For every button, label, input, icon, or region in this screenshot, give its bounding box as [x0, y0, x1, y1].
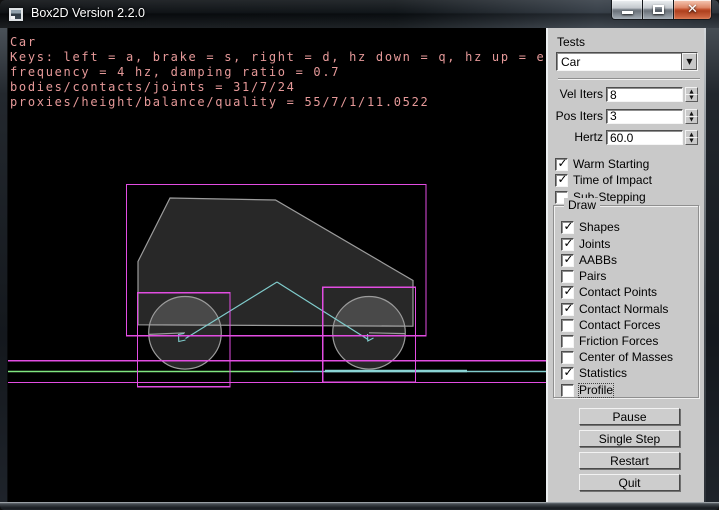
tests-selected-value: Car [561, 54, 580, 70]
checkbox-label: Time of Impact [573, 174, 652, 187]
window-frame-left [0, 28, 8, 502]
checkbox-statistics[interactable]: ✓ Statistics [561, 367, 627, 380]
checkmark-icon: ✓ [556, 156, 569, 171]
draw-group-label: Draw [564, 198, 600, 212]
checkbox-label: AABBs [579, 254, 617, 267]
checkbox-label: Contact Normals [579, 303, 668, 316]
vel-iters-spinner: ▲ ▼ [685, 87, 698, 102]
arrow-down-icon: ▼ [686, 117, 697, 123]
frequency-line: frequency = 4 hz, damping ratio = 0.7 [10, 65, 545, 80]
checkbox-contact-normals[interactable]: ✓ Contact Normals [561, 303, 668, 316]
checkbox-label: Contact Forces [579, 319, 660, 332]
checkbox-center-of-masses[interactable]: Center of Masses [561, 351, 673, 364]
checkbox-box[interactable]: ✓ [561, 238, 574, 251]
arrow-down-icon: ▼ [686, 95, 697, 101]
caption-buttons: ✕ [612, 0, 712, 20]
checkbox-box[interactable]: ✓ [561, 367, 574, 380]
checkbox-label: Joints [579, 238, 610, 251]
chevron-down-icon: ▼ [683, 57, 696, 67]
checkbox-box[interactable]: ✓ [561, 221, 574, 234]
checkbox-label: Shapes [579, 221, 620, 234]
front-wheel-radius-line [369, 333, 405, 334]
spinner-down-button[interactable]: ▼ [685, 94, 698, 102]
checkbox-label: Contact Points [579, 286, 657, 299]
single-step-button[interactable]: Single Step [579, 430, 680, 447]
app-icon [9, 8, 23, 21]
vel-iters-label: Vel Iters [548, 87, 603, 102]
checkbox-box[interactable] [561, 351, 574, 364]
checkbox-box[interactable]: ✓ [561, 254, 574, 267]
checkbox-label: Pairs [579, 270, 606, 283]
draw-group: Draw ✓ Shapes ✓ Joints ✓ AABBs Pairs ✓ C… [553, 205, 699, 398]
separator [558, 78, 700, 80]
quit-button[interactable]: Quit [579, 474, 680, 491]
debug-info-text: Car Keys: left = a, brake = s, right = d… [10, 35, 545, 110]
pos-iters-spinner: ▲ ▼ [685, 109, 698, 124]
checkmark-icon: ✓ [562, 365, 575, 380]
checkbox-joints[interactable]: ✓ Joints [561, 238, 610, 251]
checkbox-box[interactable]: ✓ [561, 303, 574, 316]
app-window: Box2D Version 2.2.0 ✕ [0, 0, 719, 510]
checkbox-box[interactable]: ✓ [555, 174, 568, 187]
close-icon: ✕ [674, 1, 711, 19]
checkbox-aabbs[interactable]: ✓ AABBs [561, 254, 617, 267]
checkbox-box[interactable] [561, 384, 574, 397]
vel-iters-input[interactable] [606, 87, 683, 102]
checkbox-label: Warm Starting [573, 158, 649, 171]
checkbox-profile[interactable]: Profile [561, 384, 613, 397]
checkbox-label: Profile [579, 384, 613, 397]
checkmark-icon: ✓ [562, 284, 575, 299]
checkbox-shapes[interactable]: ✓ Shapes [561, 221, 620, 234]
checkbox-box[interactable]: ✓ [561, 286, 574, 299]
maximize-button[interactable] [642, 0, 674, 20]
minimize-button[interactable] [611, 0, 643, 20]
window-frame-bottom [0, 502, 719, 510]
checkmark-icon: ✓ [562, 236, 575, 251]
checkbox-contact-forces[interactable]: Contact Forces [561, 319, 660, 332]
spinner-down-button[interactable]: ▼ [685, 116, 698, 124]
control-panel: Tests Car ▼ Vel Iters ▲ ▼ Pos Iters ▲ ▼ … [546, 28, 704, 502]
spinner-down-button[interactable]: ▼ [685, 137, 698, 145]
checkmark-icon: ✓ [562, 252, 575, 267]
restart-button[interactable]: Restart [579, 452, 680, 469]
hertz-label: Hertz [548, 130, 603, 145]
checkmark-icon: ✓ [562, 219, 575, 234]
window-title: Box2D Version 2.2.0 [31, 0, 145, 28]
checkbox-box[interactable] [561, 270, 574, 283]
checkbox-friction-forces[interactable]: Friction Forces [561, 335, 658, 348]
checkbox-box[interactable] [561, 319, 574, 332]
dropdown-button[interactable]: ▼ [682, 53, 697, 70]
maximize-icon [653, 5, 664, 14]
test-name-line: Car [10, 35, 545, 50]
tests-label: Tests [557, 35, 585, 49]
tests-dropdown[interactable]: Car ▼ [556, 52, 698, 71]
proxies-stats-line: proxies/height/balance/quality = 55/7/1/… [10, 95, 545, 110]
checkbox-time-of-impact[interactable]: ✓ Time of Impact [555, 174, 652, 187]
checkbox-pairs[interactable]: Pairs [561, 270, 606, 283]
pause-button[interactable]: Pause [579, 408, 680, 425]
pos-iters-input[interactable] [606, 109, 683, 124]
checkbox-box[interactable]: ✓ [555, 158, 568, 171]
checkbox-box[interactable] [561, 335, 574, 348]
bodies-stats-line: bodies/contacts/joints = 31/7/24 [10, 80, 545, 95]
checkbox-label: Statistics [579, 367, 627, 380]
simulation-viewport[interactable]: Car Keys: left = a, brake = s, right = d… [8, 28, 546, 502]
window-frame-right [704, 28, 719, 502]
checkbox-label: Friction Forces [579, 335, 658, 348]
checkmark-icon: ✓ [556, 172, 569, 187]
pos-iters-label: Pos Iters [548, 109, 603, 124]
checkmark-icon: ✓ [562, 301, 575, 316]
keys-help-line: Keys: left = a, brake = s, right = d, hz… [10, 50, 545, 65]
title-bar[interactable]: Box2D Version 2.2.0 ✕ [0, 0, 719, 28]
hertz-spinner: ▲ ▼ [685, 130, 698, 145]
checkbox-contact-points[interactable]: ✓ Contact Points [561, 286, 657, 299]
close-button[interactable]: ✕ [673, 0, 712, 20]
minimize-icon [622, 11, 633, 14]
checkbox-label: Center of Masses [579, 351, 673, 364]
arrow-down-icon: ▼ [686, 138, 697, 144]
hertz-input[interactable] [606, 130, 683, 145]
checkbox-warm-starting[interactable]: ✓ Warm Starting [555, 158, 649, 171]
